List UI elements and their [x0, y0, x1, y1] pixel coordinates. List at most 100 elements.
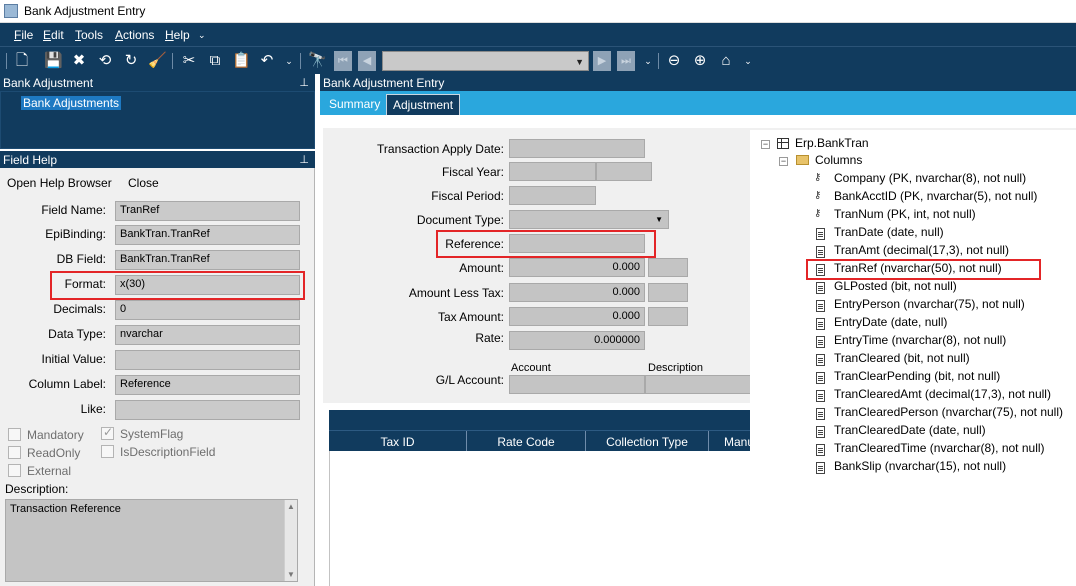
previous-record-icon[interactable]: ◀ — [358, 51, 376, 71]
db-field-value[interactable]: BankTran.TranRef — [115, 250, 300, 270]
like-value[interactable] — [115, 400, 300, 420]
fiscal-period-label: Fiscal Period: — [431, 189, 504, 203]
schema-column-item[interactable]: TranClearedPerson (nvarchar(75), not nul… — [834, 405, 1063, 419]
amount-input[interactable]: 0.000 — [509, 258, 645, 277]
schema-column-item[interactable]: Company (PK, nvarchar(8), not null) — [834, 171, 1026, 185]
nav-dropdown-icon[interactable]: ⌄ — [639, 52, 657, 70]
pin-icon[interactable]: ⊥ — [299, 76, 309, 89]
tree-node-bank-adjustments[interactable]: Bank Adjustments — [21, 96, 122, 110]
collapse-icon[interactable]: − — [779, 157, 788, 166]
readonly-checkbox[interactable] — [8, 446, 21, 459]
collapse-icon[interactable]: − — [761, 140, 770, 149]
schema-column-item[interactable]: TranCleared (bit, not null) — [834, 351, 970, 365]
chevron-down-icon: ▼ — [655, 215, 663, 224]
column-rate-code[interactable]: Rate Code — [467, 435, 585, 449]
new-icon[interactable]: 🗋 — [13, 52, 31, 70]
tab-summary[interactable]: Summary — [323, 94, 386, 115]
menu-actions[interactable]: Actions — [115, 28, 154, 42]
scroll-down-icon[interactable]: ▼ — [287, 570, 295, 579]
menu-overflow-icon[interactable]: ⌄ — [198, 30, 206, 41]
schema-column-item[interactable]: TranClearPending (bit, not null) — [834, 369, 1000, 383]
isdescriptionfield-checkbox[interactable] — [101, 445, 114, 458]
schema-columns-folder[interactable]: Columns — [815, 153, 862, 167]
fiscal-year-suffix-input[interactable] — [596, 162, 652, 181]
gl-account-input[interactable] — [509, 375, 645, 394]
transaction-apply-date-label: Transaction Apply Date: — [377, 142, 504, 156]
fiscal-year-input[interactable] — [509, 162, 596, 181]
app-icon — [4, 4, 18, 18]
key-icon: ⚷ — [814, 190, 822, 201]
record-selector[interactable]: ▼ — [382, 51, 589, 71]
undo-changes-icon[interactable]: ⟲ — [96, 52, 114, 70]
undo-dropdown-icon[interactable]: ⌄ — [280, 52, 298, 70]
schema-column-item[interactable]: TranClearedAmt (decimal(17,3), not null) — [834, 387, 1051, 401]
refresh-icon[interactable]: ↻ — [122, 52, 140, 70]
decimals-label: Decimals: — [53, 302, 106, 316]
description-scrollbar[interactable]: ▲ ▼ — [284, 500, 297, 581]
cut-icon[interactable]: ✂ — [180, 52, 198, 70]
tax-amount-currency-input[interactable] — [648, 307, 688, 326]
undo-icon[interactable]: ↶ — [258, 52, 276, 70]
initial-value-value[interactable] — [115, 350, 300, 370]
document-type-select[interactable]: ▼ — [509, 210, 669, 229]
next-record-icon[interactable]: ▶ — [593, 51, 611, 71]
description-textarea[interactable]: Transaction Reference — [5, 499, 298, 582]
last-record-icon[interactable]: ⏭ — [617, 51, 635, 71]
schema-column-item[interactable]: BankSlip (nvarchar(15), not null) — [834, 459, 1006, 473]
schema-column-item[interactable]: TranAmt (decimal(17,3), not null) — [834, 243, 1009, 257]
fiscal-period-input[interactable] — [509, 186, 596, 205]
back-icon[interactable]: ⊖ — [665, 52, 683, 70]
systemflag-checkbox[interactable] — [101, 425, 114, 440]
transaction-apply-date-input[interactable] — [509, 139, 645, 158]
menu-help[interactable]: Help — [165, 28, 190, 42]
schema-column-item[interactable]: TranNum (PK, int, not null) — [834, 207, 976, 221]
schema-column-item[interactable]: EntryPerson (nvarchar(75), not null) — [834, 297, 1025, 311]
mandatory-checkbox[interactable] — [8, 428, 21, 441]
data-type-value[interactable]: nvarchar — [115, 325, 300, 345]
close-link[interactable]: Close — [128, 176, 159, 190]
clear-icon[interactable]: 🧹 — [148, 52, 167, 70]
pin-icon[interactable]: ⊥ — [299, 153, 309, 166]
first-record-icon[interactable]: ⏮ — [334, 51, 352, 71]
column-manu[interactable]: Manu — [709, 435, 754, 449]
home-dropdown-icon[interactable]: ⌄ — [739, 52, 757, 70]
schema-column-item[interactable]: TranDate (date, null) — [834, 225, 944, 239]
epibinding-value[interactable]: BankTran.TranRef — [115, 225, 300, 245]
rate-input[interactable]: 0.000000 — [509, 331, 645, 350]
schema-column-item[interactable]: EntryTime (nvarchar(8), not null) — [834, 333, 1006, 347]
search-binoculars-icon[interactable]: 🔭 — [308, 52, 327, 70]
home-icon[interactable]: ⌂ — [717, 52, 735, 70]
amount-less-tax-input[interactable]: 0.000 — [509, 283, 645, 302]
menu-tools[interactable]: Tools — [75, 28, 103, 42]
schema-column-item[interactable]: EntryDate (date, null) — [834, 315, 947, 329]
delete-icon[interactable]: ✖ — [70, 52, 88, 70]
schema-column-item[interactable]: TranClearedTime (nvarchar(8), not null) — [834, 441, 1045, 455]
save-icon[interactable]: 💾 — [44, 52, 63, 70]
tab-adjustment[interactable]: Adjustment — [386, 94, 461, 115]
scroll-up-icon[interactable]: ▲ — [287, 502, 295, 511]
schema-column-item[interactable]: TranClearedDate (date, null) — [834, 423, 986, 437]
external-checkbox[interactable] — [8, 464, 21, 477]
data-type-label: Data Type: — [48, 327, 106, 341]
open-help-browser-link[interactable]: Open Help Browser — [7, 176, 112, 190]
copy-icon[interactable]: ⧉ — [206, 52, 224, 70]
epibinding-label: EpiBinding: — [45, 227, 106, 241]
forward-icon[interactable]: ⊕ — [691, 52, 709, 70]
paste-icon[interactable]: 📋 — [232, 52, 251, 70]
initial-value-label: Initial Value: — [41, 352, 106, 366]
field-name-value[interactable]: TranRef — [115, 201, 300, 221]
schema-column-item[interactable]: GLPosted (bit, not null) — [834, 279, 957, 293]
column-tax-id[interactable]: Tax ID — [329, 435, 466, 449]
amount-currency-input[interactable] — [648, 258, 688, 277]
schema-table-name[interactable]: Erp.BankTran — [795, 136, 869, 150]
account-caption: Account — [511, 362, 551, 374]
schema-column-item[interactable]: BankAcctID (PK, nvarchar(5), not null) — [834, 189, 1037, 203]
menu-file[interactable]: File — [14, 28, 33, 42]
amount-less-tax-currency-input[interactable] — [648, 283, 688, 302]
gl-account-description-input[interactable] — [645, 375, 755, 394]
decimals-value[interactable]: 0 — [115, 300, 300, 320]
column-collection-type[interactable]: Collection Type — [586, 435, 708, 449]
tax-amount-input[interactable]: 0.000 — [509, 307, 645, 326]
menu-edit[interactable]: Edit — [43, 28, 64, 42]
column-label-value[interactable]: Reference — [115, 375, 300, 395]
